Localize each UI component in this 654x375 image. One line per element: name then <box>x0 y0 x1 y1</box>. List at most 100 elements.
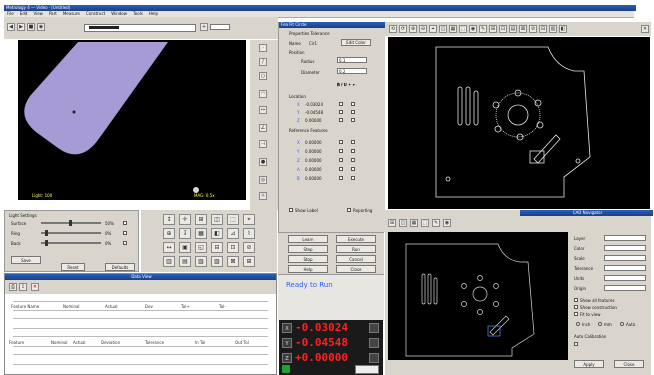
part-grid-icon[interactable]: ▦ <box>449 25 457 33</box>
part-frame-icon[interactable]: ⬚ <box>459 25 467 33</box>
program-button-learn[interactable]: Learn <box>288 235 328 243</box>
diameter-field[interactable]: 0.2 <box>337 68 367 74</box>
arc-tool-icon[interactable]: ◠ <box>259 90 267 98</box>
part-columns-icon[interactable]: ▥ <box>549 25 557 33</box>
program-button-execute[interactable]: Execute <box>336 235 376 243</box>
grid-b-icon[interactable]: ⊞ <box>243 256 255 267</box>
print-icon[interactable]: ⎙ <box>9 283 17 291</box>
video-viewport[interactable]: Light: 100 MAG: 0.5x <box>18 40 246 200</box>
cad-tool-4-icon[interactable]: ✎ <box>432 219 440 227</box>
menu-item-file[interactable]: File <box>7 11 14 16</box>
frame-icon[interactable]: ⬚ <box>227 214 239 225</box>
reporting-checkbox[interactable] <box>347 208 351 212</box>
cad-tool-5-icon[interactable]: ◉ <box>443 219 451 227</box>
ref-check-a-2[interactable] <box>339 158 343 162</box>
edit-color-button[interactable]: Edit Color <box>341 39 371 46</box>
ref-check-b-1[interactable] <box>351 149 355 153</box>
zoom-slider-thumb[interactable] <box>89 26 119 29</box>
cad-tool-0-icon[interactable]: ⊞ <box>388 219 396 227</box>
part-rows-icon[interactable]: ▤ <box>509 25 517 33</box>
part-minus-box-icon[interactable]: ⊟ <box>539 25 547 33</box>
lights-save-button[interactable]: Save <box>11 256 41 264</box>
cad-apply-button[interactable]: Apply <box>574 360 604 368</box>
corner-icon[interactable]: ◱ <box>195 242 207 253</box>
record-tool-icon[interactable]: ● <box>259 158 267 166</box>
light-slider-thumb-2[interactable] <box>45 240 48 246</box>
line-tool-icon[interactable]: / <box>259 58 267 66</box>
width-icon[interactable]: ↔ <box>163 242 175 253</box>
cad-field-1[interactable] <box>604 245 646 251</box>
table-icon[interactable]: ▦ <box>195 228 207 239</box>
drop-icon[interactable]: ↧ <box>179 228 191 239</box>
loc-check-a-0[interactable] <box>339 102 343 106</box>
cad-tool-1-icon[interactable]: ◫ <box>399 219 407 227</box>
cad-radio-1[interactable] <box>598 322 602 326</box>
delete-icon[interactable]: ✕ <box>31 283 39 291</box>
zoom-slider[interactable] <box>84 24 196 32</box>
cad-field-2[interactable] <box>604 255 646 261</box>
export-icon[interactable]: ⇩ <box>19 283 27 291</box>
box-icon[interactable]: ▣ <box>179 242 191 253</box>
zoom-field[interactable] <box>210 24 230 30</box>
dot-box-icon[interactable]: ⊡ <box>227 242 239 253</box>
dro-mode-button[interactable] <box>355 365 379 374</box>
loc-check-b-1[interactable] <box>351 110 355 114</box>
stop-icon[interactable]: ■ <box>27 23 35 31</box>
light-slider-0[interactable] <box>41 220 101 226</box>
edge-tool-icon[interactable]: ⊣ <box>259 140 267 148</box>
center-icon[interactable]: ⊕ <box>163 228 175 239</box>
lights-reset-button[interactable]: Reset <box>61 263 85 271</box>
half-icon[interactable]: ◧ <box>211 228 223 239</box>
cad-field-5[interactable] <box>604 285 646 291</box>
menu-item-window[interactable]: Window <box>111 11 127 16</box>
program-button-run[interactable]: Run <box>336 245 376 253</box>
dro-axis-z[interactable]: Z <box>282 353 292 363</box>
part-split-icon[interactable]: ◫ <box>439 25 447 33</box>
cad-field-4[interactable] <box>604 275 646 281</box>
cad-radio-0[interactable] <box>576 322 580 326</box>
ref-check-b-0[interactable] <box>351 140 355 144</box>
dro-zero-y-button[interactable] <box>369 338 379 348</box>
cad-field-0[interactable] <box>604 235 646 241</box>
dro-zero-x-button[interactable] <box>369 323 379 333</box>
cad-option-check-2[interactable] <box>574 312 578 316</box>
cad-option-check-0[interactable] <box>574 298 578 302</box>
nav-back-icon[interactable]: ◀ <box>7 23 15 31</box>
minus-box-icon[interactable]: ⊟ <box>211 242 223 253</box>
part-dot-box-icon[interactable]: ⊡ <box>499 25 507 33</box>
light-check-0[interactable] <box>123 221 127 225</box>
target-icon[interactable]: ⌖ <box>243 214 255 225</box>
split-icon[interactable]: ◫ <box>211 214 223 225</box>
program-button-help[interactable]: Help <box>288 265 328 273</box>
radius-field[interactable]: 0.1 <box>337 57 367 63</box>
part-redo-icon[interactable]: ⟳ <box>399 25 407 33</box>
ref-check-a-0[interactable] <box>339 140 343 144</box>
part-zoom-out-icon[interactable]: ⊖ <box>419 25 427 33</box>
point-tool-icon[interactable]: · <box>259 44 267 52</box>
cad-option-check-1[interactable] <box>574 305 578 309</box>
crosshair-icon[interactable]: ✛ <box>179 214 191 225</box>
move-icon[interactable]: ↕ <box>163 214 175 225</box>
cad-auto-check[interactable] <box>574 342 578 346</box>
light-slider-2[interactable] <box>41 240 101 246</box>
light-tool-icon[interactable]: ☼ <box>259 192 267 200</box>
ref-check-b-3[interactable] <box>351 167 355 171</box>
cross-box-icon[interactable]: ⊠ <box>227 256 239 267</box>
part-cross-box-icon[interactable]: ⊠ <box>519 25 527 33</box>
triangle-icon[interactable]: ⊿ <box>227 228 239 239</box>
circle-tool-icon[interactable]: ○ <box>259 72 267 80</box>
loc-check-b-2[interactable] <box>351 118 355 122</box>
dro-zero-z-button[interactable] <box>369 353 379 363</box>
part-target-icon[interactable]: ◉ <box>469 25 477 33</box>
program-button-cancel[interactable]: Cancel <box>336 255 376 263</box>
cad-field-3[interactable] <box>604 265 646 271</box>
format-icons[interactable]: 𝐁 𝐼 𝐔 ✦ ▾ <box>337 82 355 87</box>
ref-check-a-4[interactable] <box>339 176 343 180</box>
focus-tool-icon[interactable]: ◎ <box>259 176 267 184</box>
column-icon[interactable]: ▥ <box>163 256 175 267</box>
cad-close-button[interactable]: Close <box>614 360 644 368</box>
menu-item-part[interactable]: Part <box>49 11 57 16</box>
menu-item-help[interactable]: Help <box>149 11 158 16</box>
pattern-b-icon[interactable]: ▨ <box>211 256 223 267</box>
cad-tool-3-icon[interactable]: ⬚ <box>421 219 429 227</box>
